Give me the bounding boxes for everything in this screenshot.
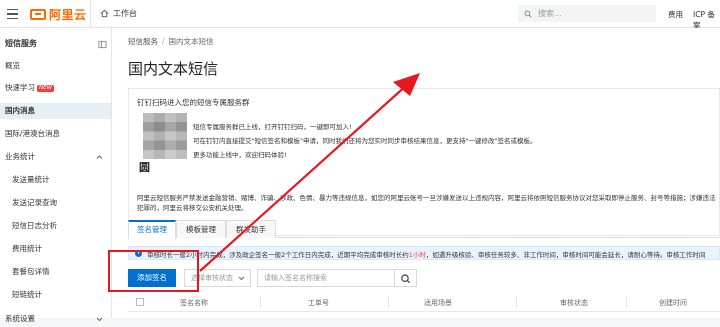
annotation-highlight-box [108, 250, 199, 292]
sidebar-item-label: 短信日志分析 [12, 221, 57, 230]
home-icon [100, 9, 109, 18]
search-icon [401, 274, 411, 284]
aliyun-logo-mark [30, 8, 46, 20]
dingtalk-notice-card: 钉钉扫码进入您的短信专属服务群 圆 短信专属服务群已上线，打开钉钉扫码，一键即可… [128, 88, 720, 236]
info-highlight: 1小时 [408, 251, 426, 259]
qr-caption: 圆 [139, 161, 150, 174]
column-divider [388, 297, 389, 308]
select-all-checkbox[interactable] [136, 298, 144, 306]
workbench-link[interactable]: 工作台 [100, 8, 137, 19]
sidebar-item-business-stats[interactable]: 业务统计 [0, 149, 111, 165]
notice-heading: 钉钉扫码进入您的短信专属服务群 [137, 98, 250, 107]
sidebar-item-domestic-messages[interactable]: 国内消息 [0, 103, 111, 119]
sidebar-item-label: 业务统计 [5, 152, 35, 161]
notice-line: 更多功能上线中，欢迎扫码体验! [193, 151, 287, 159]
chevron-down-icon [96, 317, 103, 322]
column-divider [260, 297, 261, 308]
logo-text: 阿里云 [49, 7, 87, 22]
global-search-input[interactable]: 搜索... [518, 5, 656, 22]
sidebar-title: 短信服务 [5, 39, 37, 48]
breadcrumb-current: 国内文本短信 [168, 37, 214, 46]
breadcrumb: 短信服务 / 国内文本短信 [128, 36, 214, 47]
sidebar-item-overview[interactable]: 概览 [0, 58, 111, 74]
sidebar-item-international[interactable]: 国际/港澳台消息 [0, 126, 111, 142]
menu-icon[interactable] [0, 0, 24, 28]
column-header-created-time: 创建时间 [659, 299, 687, 307]
sidebar-item-label: 套餐包详情 [12, 267, 50, 276]
breadcrumb-separator: / [162, 37, 165, 46]
search-placeholder: 搜索... [538, 9, 562, 18]
column-divider [626, 297, 627, 308]
sidebar-item-package-details[interactable]: 套餐包详情 [0, 264, 111, 280]
divider [90, 0, 91, 28]
chevron-down-icon [238, 276, 245, 281]
top-navigation-bar: 阿里云 工作台 搜索... 费用 ICP 备案 [0, 0, 720, 30]
sidebar-item-label: 发送记录查询 [12, 198, 57, 207]
search-button[interactable] [395, 269, 417, 287]
column-header-ticket-number: 工单号 [308, 299, 329, 307]
chevron-up-icon [96, 155, 103, 159]
compliance-notice: 阿里云短信服务严禁发送金融营销、赌博、诈骗、涉政、色情、暴力等违规信息，如您的阿… [137, 194, 716, 212]
sidebar-item-label: 快速学习 [5, 83, 35, 92]
billing-link[interactable]: 费用 [668, 9, 683, 20]
sidebar-item-label: 系统设置 [5, 314, 35, 323]
workbench-label: 工作台 [113, 9, 137, 18]
notice-line: 短信专属服务群已上线，打开钉钉扫码，一键即可加入! [193, 123, 352, 131]
sidebar-item-system-settings[interactable]: 系统设置 [0, 311, 111, 327]
main-content: 短信服务 / 国内文本短信 国内文本短信 钉钉扫码进入您的短信专属服务群 圆 短信专… [112, 28, 720, 318]
sidebar-item-label: 国内消息 [5, 106, 35, 115]
signature-search-placeholder: 请输入签名名称搜索 [264, 274, 327, 282]
tab-signature-management[interactable]: 签名管理 [128, 220, 176, 239]
sidebar-item-label: 费用统计 [12, 244, 42, 253]
sidebar: 短信服务 概览 快速学习 NEW 国内消息 国际/港澳台消息 业务统计 发送量统计… [0, 28, 112, 323]
signature-table-header: 签名名称 工单号 适用场景 审核状态 创建时间 [128, 294, 720, 312]
sidebar-item-send-records[interactable]: 发送记录查询 [0, 195, 111, 211]
new-badge: NEW [37, 85, 55, 92]
search-icon [524, 9, 532, 18]
page-title: 国内文本短信 [128, 60, 219, 78]
breadcrumb-root[interactable]: 短信服务 [128, 37, 158, 46]
column-header-signature-name: 签名名称 [180, 299, 208, 307]
sidebar-item-label: 国际/港澳台消息 [5, 129, 61, 138]
sidebar-item-send-volume[interactable]: 发送量统计 [0, 172, 111, 188]
aliyun-logo[interactable]: 阿里云 [30, 6, 87, 22]
signature-search-input[interactable]: 请输入签名名称搜索 [257, 269, 395, 287]
sidebar-item-log-analysis[interactable]: 短信日志分析 [0, 218, 111, 234]
notice-line: 可在钉钉内直接提交"短信签名和模板"申请，同时我们还将为您实时同步审核结果信息，… [193, 137, 537, 145]
sidebar-item-label: 短链统计 [12, 290, 42, 299]
qr-code-overlay [143, 113, 187, 159]
collapse-icon[interactable] [98, 40, 107, 49]
sidebar-item-fee-stats[interactable]: 费用统计 [0, 241, 111, 257]
column-header-review-status: 审核状态 [560, 299, 588, 307]
sidebar-item-label: 概览 [5, 61, 20, 70]
tab-bulk-send-assistant[interactable]: 群发助手 [226, 220, 276, 238]
tab-bar: 签名管理 模板管理 群发助手 [128, 220, 720, 239]
sidebar-item-quick-learn[interactable]: 快速学习 NEW [0, 80, 111, 96]
review-info-text: 审核时长一般2小时内完成，涉及政企签名一般2个工作日内完成，近期平均完成审核时长… [147, 249, 705, 259]
tab-template-management[interactable]: 模板管理 [176, 220, 226, 238]
sidebar-item-label: 发送量统计 [12, 175, 50, 184]
review-info-bar: i 审核时长一般2小时内完成，涉及政企签名一般2个工作日内完成，近期平均完成审核… [128, 246, 720, 260]
column-header-scenario: 适用场景 [424, 299, 452, 307]
sidebar-item-shortlink-stats[interactable]: 短链统计 [0, 287, 111, 303]
info-text-end: ，如遇升级核验、审核任务较多、非工作时间，审核时间可能会延长，请耐心等待。审核工… [425, 251, 706, 259]
column-divider [516, 297, 517, 308]
